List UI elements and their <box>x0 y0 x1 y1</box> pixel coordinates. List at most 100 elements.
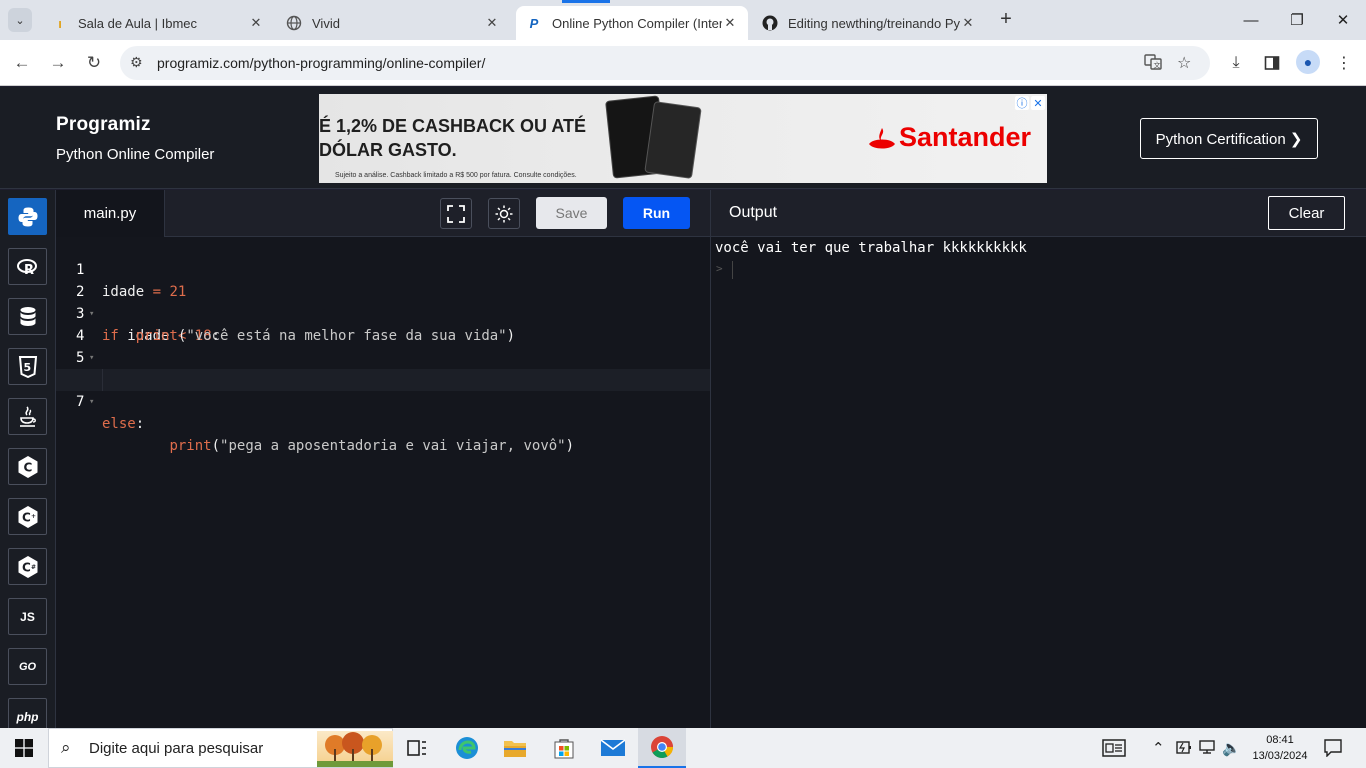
fullscreen-icon <box>447 204 465 223</box>
ad-info-icon[interactable]: ⓘ <box>1015 96 1029 110</box>
tab-search-dropdown[interactable]: ⌄ <box>8 8 32 32</box>
browser-tab-programiz[interactable]: P Online Python Compiler (Interp ✕ <box>516 6 748 40</box>
translate-icon[interactable]: 文 <box>1144 53 1162 76</box>
browser-tab-vivid[interactable]: Vivid ✕ <box>276 6 510 40</box>
network-icon[interactable] <box>1199 739 1217 759</box>
ad-headline-line2: DÓLAR GASTO. <box>319 140 457 160</box>
output-console[interactable]: você vai ter que trabalhar kkkkkkkkkk > <box>711 237 1366 728</box>
file-tab-main-py[interactable]: main.py <box>56 190 165 237</box>
taskbar-mail[interactable] <box>589 728 637 768</box>
sun-icon <box>495 205 513 222</box>
page-subtitle: Python Online Compiler <box>56 146 215 163</box>
chevron-down-icon: ⌄ <box>15 14 25 27</box>
svg-text:C: C <box>22 510 31 524</box>
lang-r[interactable]: R <box>8 248 47 285</box>
python-certification-button[interactable]: Python Certification ❯ <box>1140 118 1318 159</box>
lang-c[interactable]: C <box>8 448 47 485</box>
theme-toggle-button[interactable] <box>488 198 520 229</box>
taskbar-search[interactable]: ⌕ Digite aqui para pesquisar <box>48 728 393 768</box>
lang-javascript[interactable]: JS <box>8 598 47 635</box>
folder-icon <box>504 741 526 757</box>
clock-time: 08:41 <box>1266 734 1294 746</box>
cpp-icon: C + <box>18 505 37 528</box>
clear-button[interactable]: Clear <box>1268 196 1345 230</box>
restore-button[interactable]: ❐ <box>1274 0 1320 40</box>
advertisement-banner[interactable]: É 1,2% DE CASHBACK OU ATÉ DÓLAR GASTO. S… <box>319 94 1047 183</box>
lang-sql[interactable] <box>8 298 47 335</box>
output-toolbar: Output Clear <box>711 190 1366 237</box>
browser-tab-github[interactable]: Editing newthing/treinando Pyt ✕ <box>752 6 986 40</box>
restore-icon: ❐ <box>1290 12 1304 29</box>
search-highlight-image[interactable] <box>317 731 393 767</box>
taskbar-store[interactable] <box>540 728 588 768</box>
close-icon[interactable]: ✕ <box>248 15 264 31</box>
bookmark-star-icon[interactable]: ☆ <box>1177 53 1191 73</box>
close-icon[interactable]: ✕ <box>960 15 976 31</box>
fullscreen-button[interactable] <box>440 198 472 229</box>
browser-tab-ibmec[interactable]: ı Sala de Aula | Ibmec ✕ <box>42 6 274 40</box>
code-text: else: <box>102 416 145 432</box>
code-line: 5 print("você vai ter que trabalhar kkkk… <box>56 325 710 388</box>
address-bar[interactable]: ⚙ programiz.com/python-programming/onlin… <box>120 46 1210 80</box>
tab-title: Editing newthing/treinando Pyt <box>788 15 960 31</box>
close-window-button[interactable]: ✕ <box>1320 0 1366 40</box>
site-header: Programiz Python Online Compiler É 1,2% … <box>0 87 1366 189</box>
lang-csharp[interactable]: C # <box>8 548 47 585</box>
code-line: 1 idade = 21 <box>56 237 710 300</box>
store-icon <box>554 739 574 759</box>
notifications-icon[interactable] <box>1324 739 1342 761</box>
chevron-up-icon[interactable]: ⌃ <box>1152 739 1165 757</box>
taskbar-chrome[interactable] <box>638 728 686 768</box>
arrow-left-icon: ← <box>13 53 31 72</box>
ad-headline-line1: É 1,2% DE CASHBACK OU ATÉ <box>319 116 587 136</box>
lang-java[interactable] <box>8 398 47 435</box>
download-icon[interactable]: ⤓ <box>1224 51 1248 75</box>
java-icon <box>19 405 36 427</box>
ad-close-icon[interactable]: ✕ <box>1031 96 1045 110</box>
close-icon[interactable]: ✕ <box>484 15 500 31</box>
new-tab-button[interactable]: + <box>996 9 1016 30</box>
volume-muted-icon[interactable]: 🔈 <box>1222 739 1241 757</box>
battery-icon[interactable] <box>1175 739 1193 759</box>
ad-brand: Santander <box>899 122 1032 152</box>
reload-button[interactable]: ↻ <box>82 51 106 75</box>
forward-button[interactable]: → <box>46 51 70 75</box>
lang-html[interactable]: 5 <box>8 348 47 385</box>
lang-cpp[interactable]: C + <box>8 498 47 535</box>
news-widget-icon[interactable] <box>1102 739 1126 761</box>
code-text: print("pega a aposentadoria e vai viajar… <box>169 438 575 454</box>
side-panel-icon[interactable] <box>1260 51 1284 75</box>
system-clock[interactable]: 08:41 13/03/2024 <box>1250 732 1310 764</box>
tab-title: Vivid <box>312 15 340 31</box>
tab-title: Sala de Aula | Ibmec <box>78 15 198 31</box>
site-settings-icon[interactable]: ⚙ <box>130 54 143 71</box>
browser-toolbar: ← → ↻ ⚙ programiz.com/python-programming… <box>0 40 1366 86</box>
task-view-button[interactable] <box>393 728 441 768</box>
code-editor[interactable]: 1 idade = 21 2 ▾ if idade < 18: 3 print(… <box>56 237 710 728</box>
code-line: 4 ▾ elif idade >= 18 and idade < 60: <box>56 303 710 388</box>
lang-python[interactable] <box>8 198 47 235</box>
start-button[interactable] <box>0 728 48 768</box>
back-button[interactable]: ← <box>10 51 34 75</box>
js-icon: JS <box>20 609 35 624</box>
code-line: 6 ▾ else: <box>56 347 710 432</box>
save-button[interactable]: Save <box>536 197 607 229</box>
close-icon[interactable]: ✕ <box>722 15 738 31</box>
language-sidebar: R 5 C C + C # JS GO php <box>0 190 56 735</box>
output-title: Output <box>729 204 778 221</box>
more-menu-icon[interactable]: ⋮ <box>1332 51 1356 75</box>
globe-icon <box>286 15 302 31</box>
svg-text:C: C <box>22 560 31 574</box>
console-prompt: > <box>716 262 723 275</box>
database-icon <box>20 306 35 326</box>
taskbar-edge[interactable] <box>443 728 491 768</box>
credit-card-image <box>644 101 702 179</box>
url-text[interactable]: programiz.com/python-programming/online-… <box>157 55 485 71</box>
profile-avatar[interactable]: ● <box>1296 50 1320 74</box>
programiz-logo[interactable]: Programiz <box>56 114 151 136</box>
lang-go[interactable]: GO <box>8 648 47 685</box>
taskbar-file-explorer[interactable] <box>491 728 539 768</box>
tab-title: Online Python Compiler (Interp <box>552 15 722 31</box>
run-button[interactable]: Run <box>623 197 690 229</box>
minimize-button[interactable]: — <box>1228 0 1274 40</box>
